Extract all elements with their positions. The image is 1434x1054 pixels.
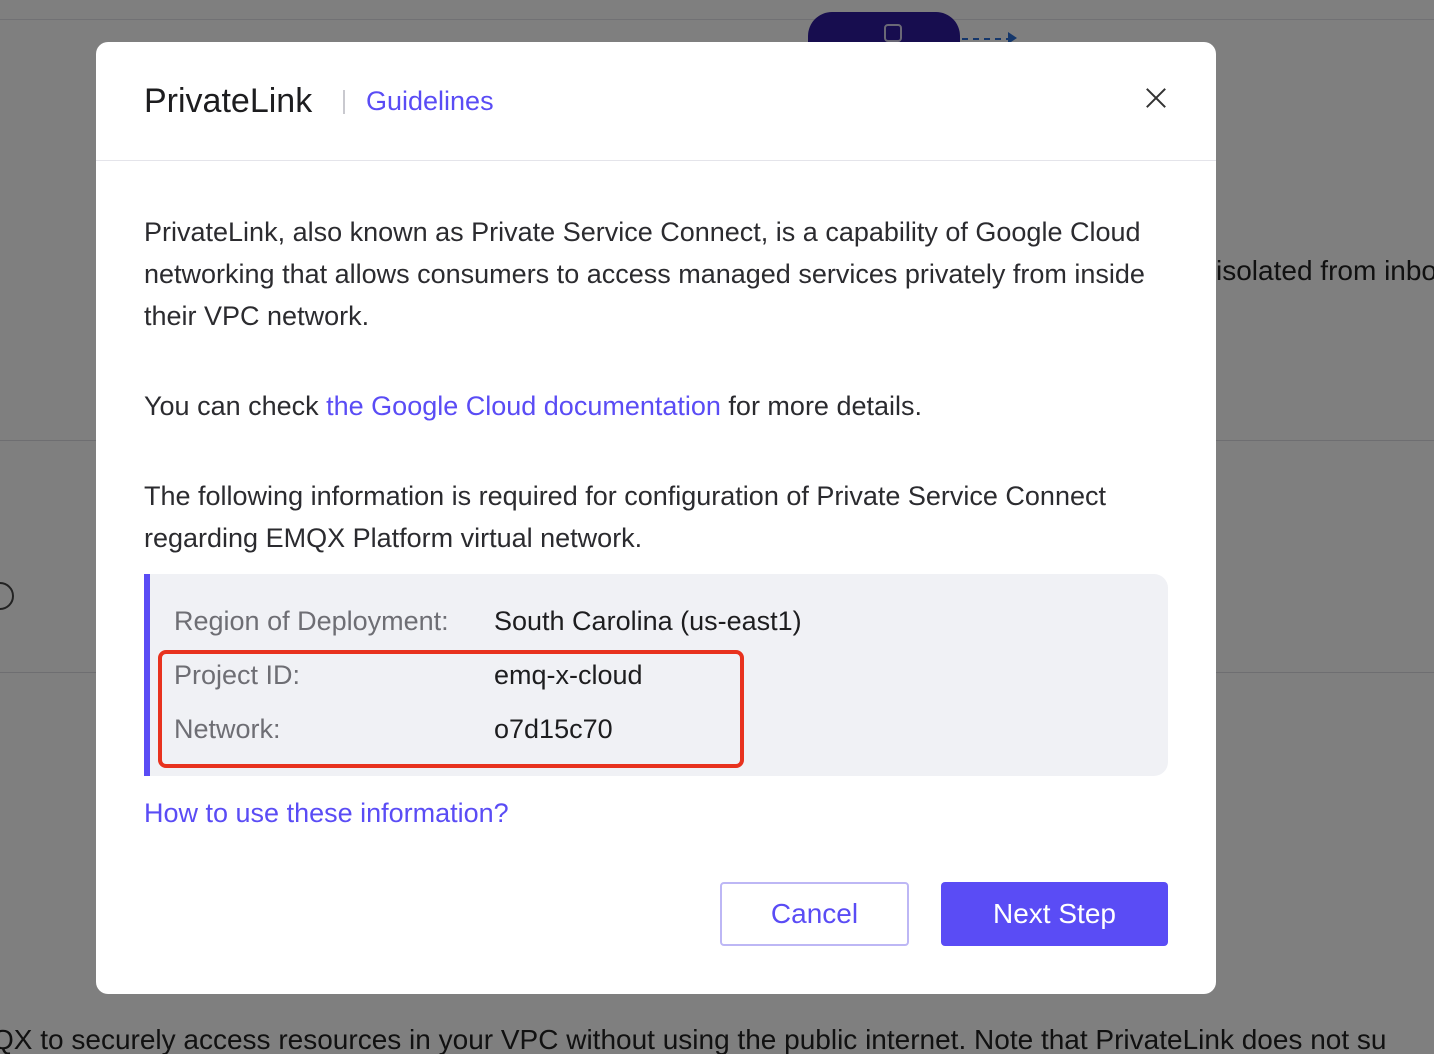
guidelines-link[interactable]: Guidelines bbox=[366, 86, 494, 117]
documentation-paragraph: You can check the Google Cloud documenta… bbox=[144, 385, 1174, 427]
next-step-button[interactable]: Next Step bbox=[941, 882, 1168, 946]
how-to-use-link[interactable]: How to use these information? bbox=[144, 795, 509, 831]
dialog-title: PrivateLink bbox=[144, 82, 313, 120]
documentation-suffix: for more details. bbox=[720, 391, 922, 421]
intro-paragraph: PrivateLink, also known as Private Servi… bbox=[144, 217, 1145, 331]
cancel-button[interactable]: Cancel bbox=[720, 882, 909, 946]
region-label: Region of Deployment: bbox=[174, 606, 449, 636]
close-icon[interactable] bbox=[1142, 84, 1170, 112]
region-value: South Carolina (us-east1) bbox=[494, 606, 802, 636]
configuration-paragraph: The following information is required fo… bbox=[144, 481, 1106, 553]
privatelink-dialog: PrivateLink Guidelines PrivateLink, also… bbox=[96, 42, 1216, 994]
documentation-prefix: You can check bbox=[144, 391, 327, 421]
title-separator bbox=[343, 90, 345, 114]
google-cloud-docs-link[interactable]: the Google Cloud documentation bbox=[326, 391, 721, 421]
annotation-highlight-box bbox=[158, 650, 744, 768]
dialog-header: PrivateLink Guidelines bbox=[96, 42, 1216, 161]
